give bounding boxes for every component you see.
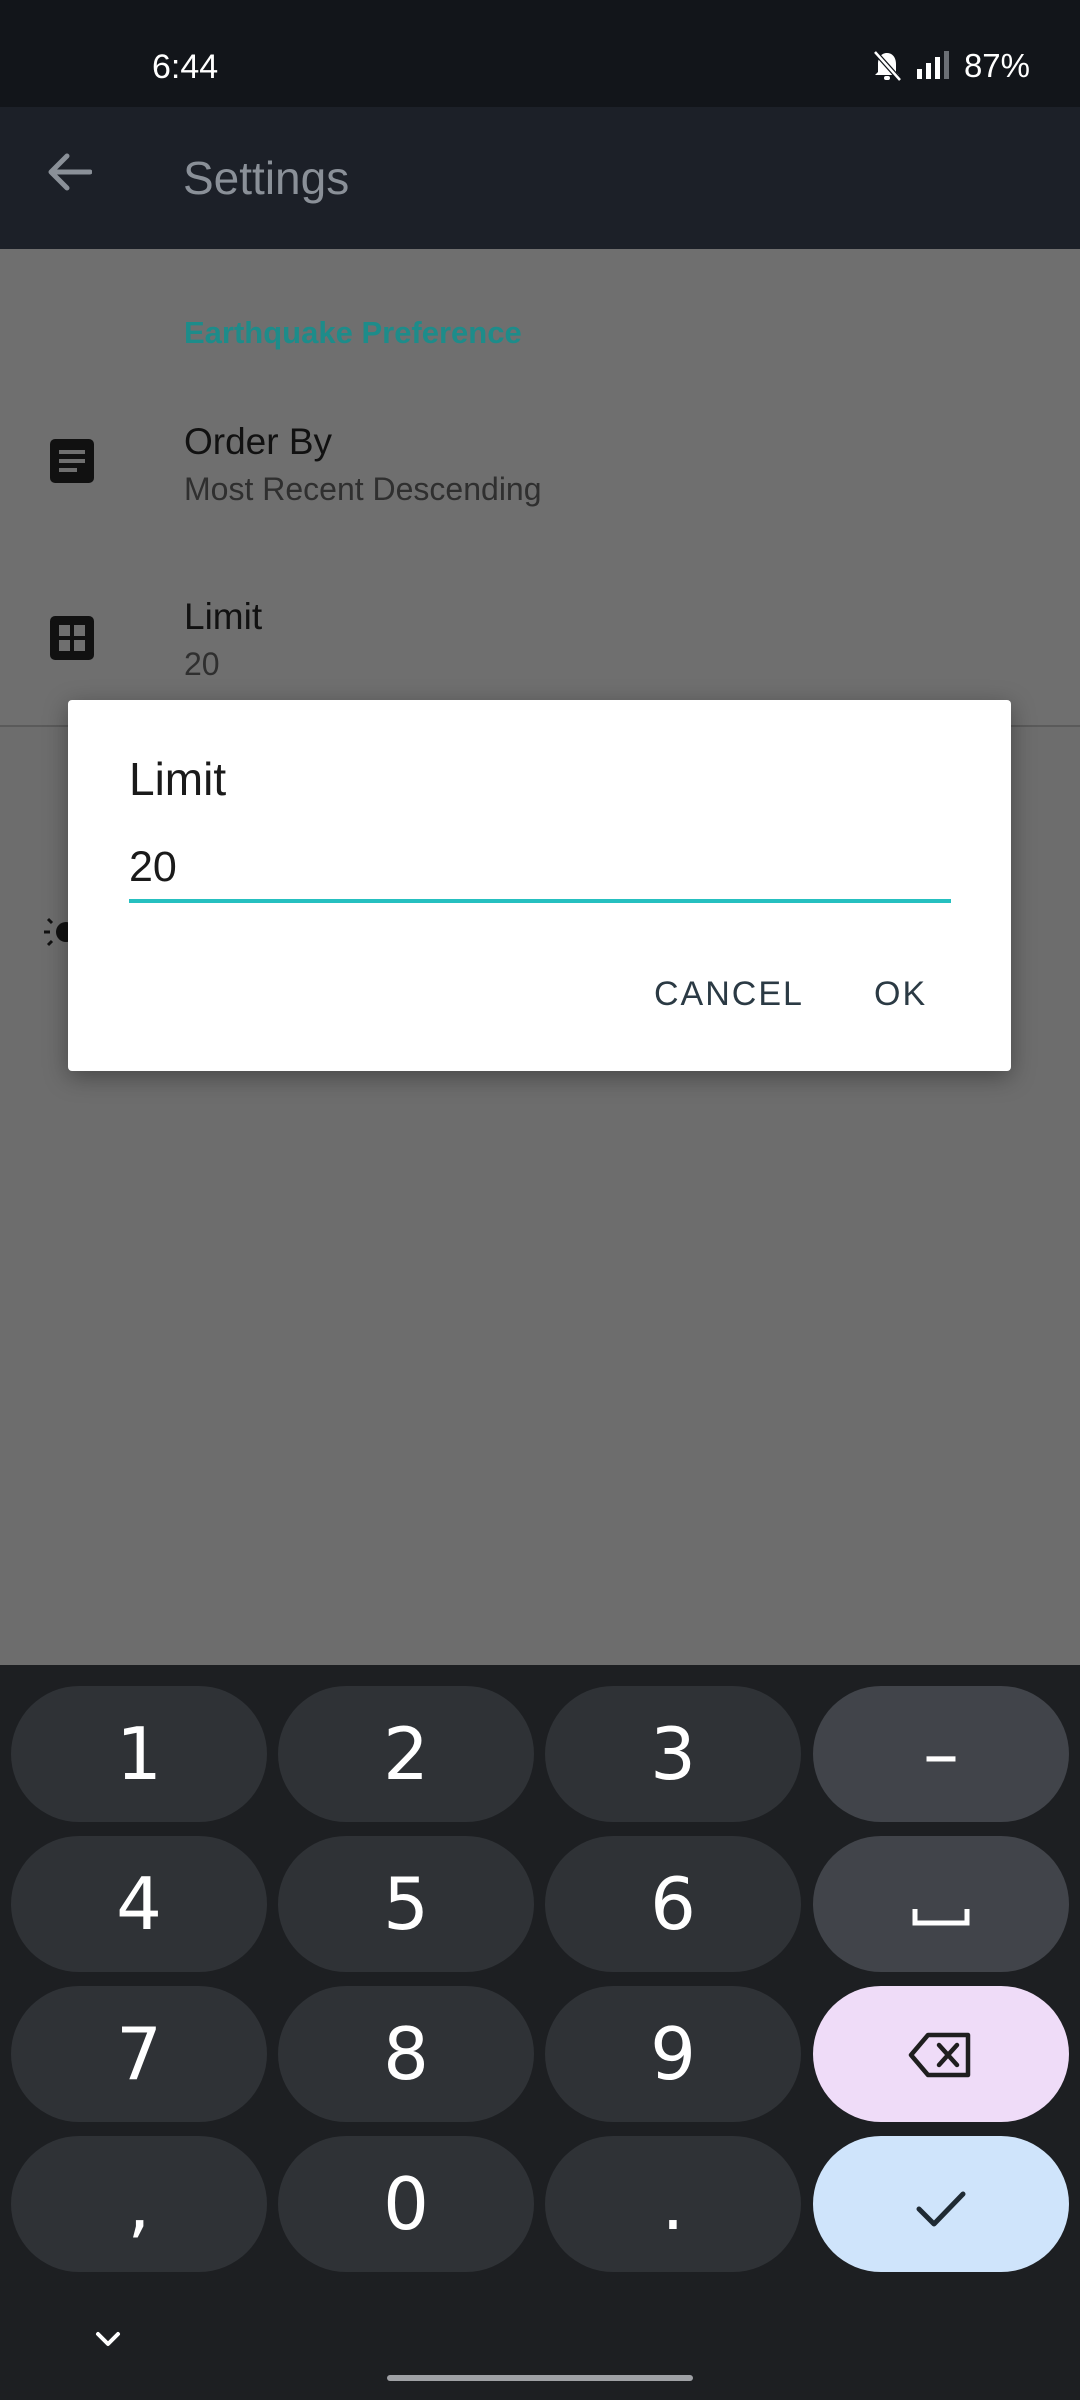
- preference-title: Limit: [184, 596, 263, 637]
- key-comma[interactable]: ,: [11, 2136, 267, 2272]
- cancel-button[interactable]: CANCEL: [654, 975, 804, 1014]
- key-7[interactable]: 7: [11, 1986, 267, 2122]
- chevron-down-icon[interactable]: [88, 2320, 128, 2360]
- gesture-nav-handle[interactable]: [387, 2375, 693, 2381]
- key-period[interactable]: .: [545, 2136, 801, 2272]
- preference-title: Order By: [184, 421, 333, 462]
- key-8[interactable]: 8: [278, 1986, 534, 2122]
- space-icon: [911, 1862, 971, 1946]
- app-bar: Settings: [0, 107, 1080, 249]
- preference-summary: 20: [184, 646, 220, 682]
- key-backspace[interactable]: [813, 1986, 1069, 2122]
- page-title: Settings: [183, 152, 350, 204]
- key-5[interactable]: 5: [278, 1836, 534, 1972]
- status-bar: 6:44 87%: [0, 0, 1080, 107]
- key-0[interactable]: 0: [278, 2136, 534, 2272]
- settings-list: Earthquake Preference Order By Most Rece…: [0, 249, 1080, 727]
- battery-percent: 87%: [963, 47, 1030, 84]
- key-dash[interactable]: –: [813, 1686, 1069, 1822]
- backspace-icon: [908, 2012, 974, 2096]
- bell-off-icon: [872, 50, 902, 82]
- preference-summary: Most Recent Descending: [184, 471, 542, 507]
- key-enter[interactable]: [813, 2136, 1069, 2272]
- dialog-title: Limit: [129, 753, 227, 805]
- preference-order-by[interactable]: Order By Most Recent Descending: [0, 409, 1080, 539]
- status-time: 6:44: [152, 48, 219, 86]
- key-2[interactable]: 2: [278, 1686, 534, 1822]
- check-icon: [915, 2162, 967, 2246]
- status-icons: 87%: [872, 46, 1030, 86]
- arrow-back-icon: [46, 152, 93, 197]
- back-button[interactable]: [36, 141, 102, 207]
- limit-dialog: Limit CANCEL OK: [68, 700, 1011, 1071]
- key-1[interactable]: 1: [11, 1686, 267, 1822]
- key-4[interactable]: 4: [11, 1836, 267, 1972]
- key-space[interactable]: [813, 1836, 1069, 1972]
- signal-icon: [916, 51, 950, 81]
- list-icon: [48, 437, 96, 485]
- ok-button[interactable]: OK: [874, 975, 927, 1014]
- key-6[interactable]: 6: [545, 1836, 801, 1972]
- key-3[interactable]: 3: [545, 1686, 801, 1822]
- section-title: Earthquake Preference: [184, 315, 522, 350]
- preference-limit[interactable]: Limit 20: [0, 584, 1080, 714]
- key-9[interactable]: 9: [545, 1986, 801, 2122]
- limit-input[interactable]: [129, 835, 951, 903]
- grid-icon: [48, 614, 96, 662]
